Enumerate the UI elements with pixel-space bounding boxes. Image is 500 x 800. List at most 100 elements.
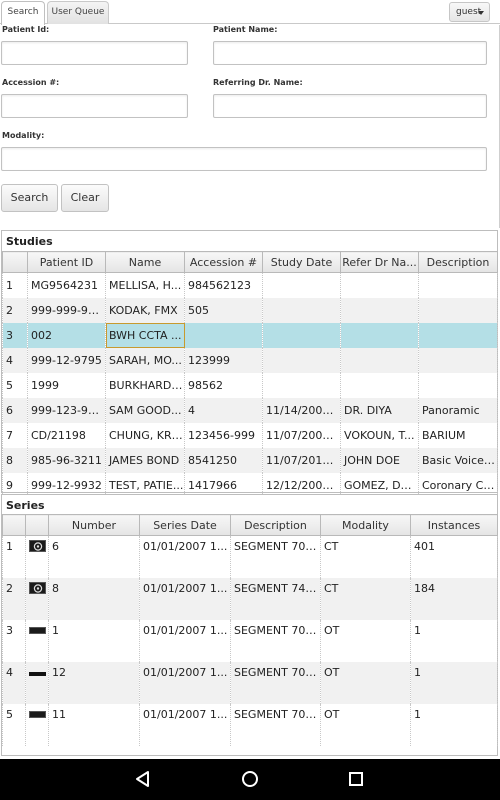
cell-refer-dr[interactable] [340,322,419,348]
studies-col-patient-id[interactable]: Patient ID [27,251,106,273]
table-row[interactable]: 3 1 01/01/2007 1... SEGMENT 705... OT 1 [2,619,498,662]
cell-accession[interactable]: 8541250 [184,447,263,473]
cell-instances[interactable]: 401 [410,535,498,578]
cell-refer-dr[interactable]: DR. DIYA [340,397,419,423]
cell-description[interactable]: SEGMENT 705... [230,619,321,662]
cell-description[interactable]: BARIUM [418,422,498,448]
cell-study-date[interactable]: 11/07/2012 ... [262,447,341,473]
table-row[interactable]: 4 999-12-9795 SARAH, MO... 123999 [2,347,498,373]
table-row[interactable]: 4 12 01/01/2007 1... SEGMENT 705... OT 1 [2,661,498,704]
cell-instances[interactable]: 1 [410,661,498,704]
cell-study-date[interactable] [262,272,341,298]
cell-study-date[interactable] [262,372,341,398]
cell-description[interactable]: Panoramic [418,397,498,423]
series-thumbnail[interactable] [25,703,49,746]
studies-col-study-date[interactable]: Study Date [262,251,341,273]
cell-name[interactable]: BURKHARD, ... [105,372,185,398]
cell-study-date[interactable] [262,297,341,323]
cell-accession[interactable] [184,322,263,348]
table-row[interactable]: 7 CD/21198 CHUNG, KRI... 123456-999 11/0… [2,422,498,448]
home-circle-icon[interactable] [240,769,260,789]
cell-modality[interactable]: CT [320,535,411,578]
cell-modality[interactable]: OT [320,703,411,746]
table-row[interactable]: 6 999-123-9991 SAM GOOD... 4 11/14/2003 … [2,397,498,423]
series-thumbnail[interactable] [25,619,49,662]
tab-user-queue[interactable]: User Queue [47,1,109,24]
cell-description[interactable] [418,322,498,348]
series-col-description[interactable]: Description [230,514,321,536]
cell-modality[interactable]: OT [320,661,411,704]
cell-number[interactable]: 8 [48,577,140,620]
cell-number[interactable]: 6 [48,535,140,578]
series-col-number[interactable]: Number [48,514,140,536]
referring-dr-input[interactable] [213,94,487,118]
cell-patient-id[interactable]: 999-12-9795 [27,347,106,373]
cell-patient-id[interactable]: CD/21198 [27,422,106,448]
cell-accession[interactable]: 4 [184,397,263,423]
cell-accession[interactable]: 505 [184,297,263,323]
cell-name-focused[interactable]: BWH CCTA ... [105,322,185,348]
cell-description[interactable] [418,297,498,323]
series-col-modality[interactable]: Modality [320,514,411,536]
cell-refer-dr[interactable]: JOHN DOE [340,447,419,473]
cell-refer-dr[interactable]: VOKOUN, T... [340,422,419,448]
table-row[interactable]: 8 985-96-3211 JAMES BOND 8541250 11/07/2… [2,447,498,473]
cell-name[interactable]: SAM GOOD... [105,397,185,423]
table-row[interactable]: 1 MG9564231 MELLISA, H... 984562123 [2,272,498,298]
table-row-selected[interactable]: 3 002 BWH CCTA ... [2,322,498,348]
cell-accession[interactable]: 98562 [184,372,263,398]
cell-description[interactable] [418,347,498,373]
cell-refer-dr[interactable] [340,372,419,398]
cell-accession[interactable]: 984562123 [184,272,263,298]
cell-study-date[interactable] [262,347,341,373]
cell-name[interactable]: KODAK, FMX [105,297,185,323]
cell-description[interactable] [418,372,498,398]
cell-refer-dr[interactable] [340,272,419,298]
table-row[interactable]: 1 6 01/01/2007 1... SEGMENT 705... CT 40… [2,535,498,578]
cell-instances[interactable]: 1 [410,703,498,746]
studies-col-description[interactable]: Description [418,251,498,273]
cell-modality[interactable]: OT [320,619,411,662]
table-row[interactable]: 2 999-999-9999 KODAK, FMX 505 [2,297,498,323]
table-row[interactable]: 2 8 01/01/2007 1... SEGMENT 745... CT 18… [2,577,498,620]
patient-name-input[interactable] [213,41,487,65]
table-row[interactable]: 5 11 01/01/2007 1... SEGMENT 705... OT 1 [2,703,498,746]
recents-square-icon[interactable] [346,769,366,789]
clear-button[interactable]: Clear [61,184,109,212]
cell-series-date[interactable]: 01/01/2007 1... [139,703,231,746]
cell-series-date[interactable]: 01/01/2007 1... [139,619,231,662]
table-row[interactable]: 5 1999 BURKHARD, ... 98562 [2,372,498,398]
series-thumbnail[interactable] [25,577,49,620]
cell-description[interactable]: SEGMENT 705... [230,535,321,578]
cell-study-date[interactable] [262,322,341,348]
tab-search[interactable]: Search [1,1,45,25]
cell-study-date[interactable]: 11/07/2008 ... [262,422,341,448]
studies-col-name[interactable]: Name [105,251,185,273]
patient-id-input[interactable] [1,41,188,65]
cell-patient-id[interactable]: 999-123-9991 [27,397,106,423]
cell-description[interactable]: SEGMENT 705... [230,703,321,746]
search-button[interactable]: Search [1,184,58,212]
series-col-date[interactable]: Series Date [139,514,231,536]
cell-patient-id[interactable]: 985-96-3211 [27,447,106,473]
cell-name[interactable]: CHUNG, KRI... [105,422,185,448]
cell-series-date[interactable]: 01/01/2007 1... [139,661,231,704]
accession-input[interactable] [1,94,188,118]
series-thumbnail[interactable] [25,535,49,578]
cell-description[interactable]: SEGMENT 705... [230,661,321,704]
back-triangle-icon[interactable] [133,769,153,789]
cell-number[interactable]: 12 [48,661,140,704]
studies-col-refer-dr[interactable]: Refer Dr Na... [340,251,419,273]
cell-study-date[interactable]: 11/14/2003 ... [262,397,341,423]
series-thumbnail[interactable] [25,661,49,704]
studies-col-accession[interactable]: Accession # [184,251,263,273]
cell-number[interactable]: 1 [48,619,140,662]
cell-series-date[interactable]: 01/01/2007 1... [139,535,231,578]
cell-accession[interactable]: 123999 [184,347,263,373]
cell-refer-dr[interactable] [340,347,419,373]
cell-modality[interactable]: CT [320,577,411,620]
cell-name[interactable]: JAMES BOND [105,447,185,473]
cell-instances[interactable]: 184 [410,577,498,620]
cell-name[interactable]: MELLISA, H... [105,272,185,298]
series-col-instances[interactable]: Instances [410,514,498,536]
